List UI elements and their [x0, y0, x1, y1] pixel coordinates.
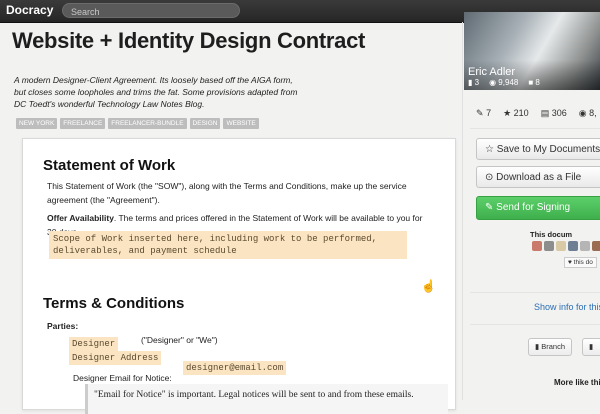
document-icon: ▮	[589, 342, 594, 351]
designer-address-field[interactable]: Designer Address	[69, 351, 162, 365]
branch-icon: ▮	[535, 342, 540, 351]
heart-icon: ♥	[568, 259, 572, 266]
search-box[interactable]	[62, 3, 240, 19]
divider	[470, 128, 600, 129]
author-docs-count: ▮ 3	[468, 78, 480, 87]
star-icon: ★	[503, 108, 512, 118]
parties-label: Parties:	[47, 321, 79, 331]
more-actions-button[interactable]: ▮	[582, 338, 600, 356]
document-preview: Statement of Work This Statement of Work…	[22, 138, 456, 414]
more-like-this-heading: More like this	[554, 378, 600, 387]
sidebar-divider	[462, 22, 463, 400]
show-info-link[interactable]: Show info for this	[534, 302, 600, 312]
like-button[interactable]: ♥ this do	[564, 257, 597, 268]
view-count: ▤ 306	[540, 108, 567, 118]
avatar[interactable]	[580, 241, 590, 251]
offer-label: Offer Availability	[47, 213, 114, 223]
email-label: Designer Email for Notice:	[73, 373, 172, 383]
section-heading-statement-of-work: Statement of Work	[43, 157, 176, 174]
search-input[interactable]	[69, 4, 233, 19]
divider	[470, 324, 600, 325]
divider	[470, 292, 600, 293]
designer-name-field[interactable]: Designer	[69, 337, 119, 351]
page-title: Website + Identity Design Contract	[12, 28, 366, 53]
brand-logo[interactable]: Docracy	[6, 3, 53, 17]
tag[interactable]: DESIGN	[189, 118, 221, 129]
author-signs-count: ■ 8	[528, 78, 540, 87]
tag[interactable]: FREELANCE	[60, 118, 106, 129]
eye-icon: ◉	[578, 108, 587, 118]
avatar[interactable]	[544, 241, 554, 251]
designer-email-field[interactable]: designer@email.com	[183, 361, 287, 375]
pencil-icon: ✎	[476, 108, 484, 118]
tag-list: NEW YORK FREELANCE FREELANCER-BUNDLE DES…	[16, 118, 259, 129]
branch-button[interactable]: ▮ Branch	[528, 338, 572, 356]
author-stats: ▮ 3 ◉ 9,948 ■ 8	[468, 78, 540, 87]
tag[interactable]: NEW YORK	[16, 118, 58, 129]
scope-of-work-field[interactable]: Scope of Work inserted here, including w…	[49, 231, 407, 259]
avatar[interactable]	[556, 241, 566, 251]
hand-cursor-icon: ☝	[421, 279, 436, 293]
other-count: ◉ 8,	[578, 108, 597, 118]
fork-count: ✎ 7	[476, 108, 492, 118]
document-icon: ▤	[540, 108, 550, 118]
save-to-my-documents-button[interactable]: ☆ Save to My Documents	[476, 138, 600, 160]
designer-alias: ("Designer" or "We")	[141, 335, 218, 345]
signers-label: This docum	[530, 230, 573, 239]
notice-callout: "Email for Notice" is important. Legal n…	[85, 384, 448, 414]
avatar[interactable]	[568, 241, 578, 251]
sow-paragraph: This Statement of Work (the "SOW"), alon…	[47, 181, 407, 205]
author-name[interactable]: Eric Adler	[468, 66, 515, 78]
document-stats: ✎ 7 ★ 210 ▤ 306 ◉ 8,	[476, 108, 597, 119]
avatar[interactable]	[592, 241, 600, 251]
pen-icon: ✎	[485, 202, 494, 213]
author-profile-card[interactable]: Eric Adler ▮ 3 ◉ 9,948 ■ 8	[464, 12, 600, 90]
star-outline-icon: ☆	[485, 144, 494, 155]
section-heading-terms: Terms & Conditions	[43, 295, 185, 312]
star-count: ★ 210	[503, 108, 529, 118]
avatar[interactable]	[532, 241, 542, 251]
tag[interactable]: WEBSITE	[223, 118, 259, 129]
send-for-signing-button[interactable]: ✎ Send for Signing	[476, 196, 600, 220]
download-icon: ⊙	[485, 172, 494, 183]
document-description: A modern Designer-Client Agreement. Its …	[14, 75, 298, 109]
tag[interactable]: FREELANCER-BUNDLE	[108, 118, 187, 129]
author-views-count: ◉ 9,948	[489, 78, 519, 87]
download-file-button[interactable]: ⊙ Download as a File	[476, 166, 600, 188]
